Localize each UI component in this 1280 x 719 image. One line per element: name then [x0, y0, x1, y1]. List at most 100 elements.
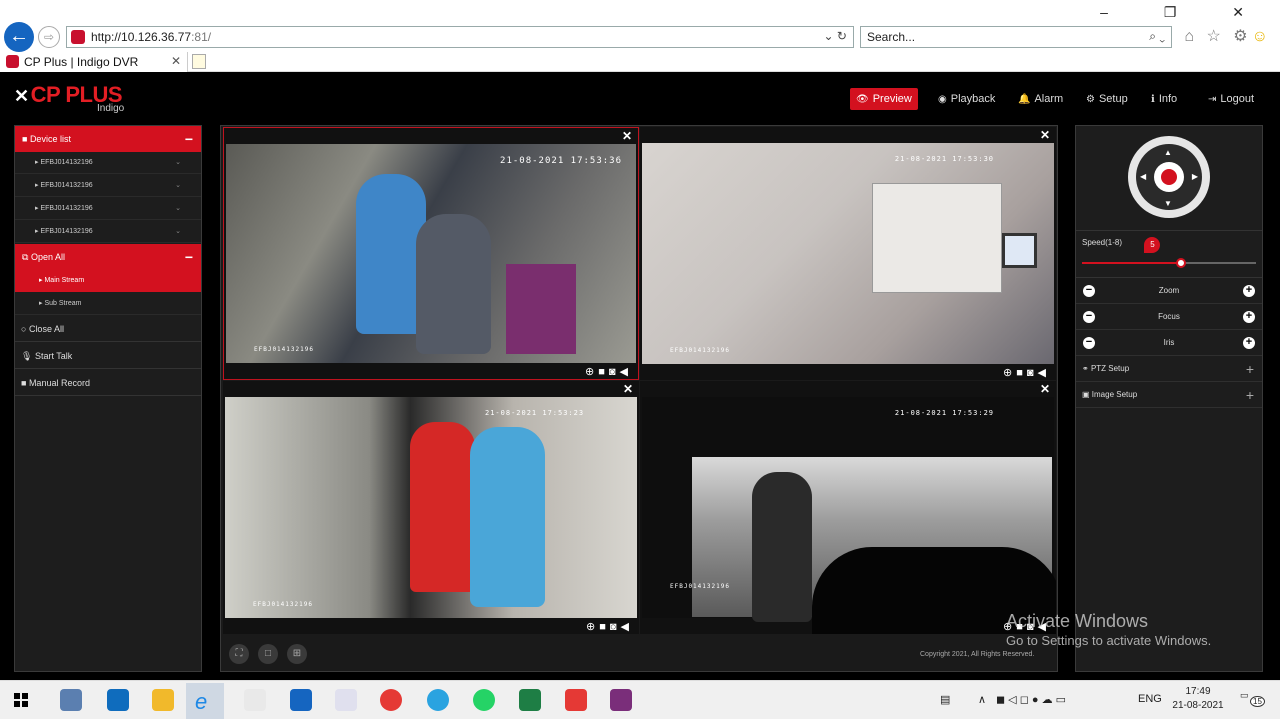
- main-stream-item[interactable]: ▸ Main Stream: [15, 270, 201, 292]
- device-item[interactable]: ▸ EFBJ014132196 ⌄: [15, 221, 201, 243]
- search-icon[interactable]: ⌕ ⌄: [1149, 29, 1165, 44]
- search-input[interactable]: Search... ⌕ ⌄: [860, 26, 1172, 48]
- close-icon[interactable]: ✕: [1040, 128, 1050, 142]
- single-view-icon[interactable]: □: [258, 644, 278, 664]
- speed-slider-thumb[interactable]: [1176, 258, 1187, 268]
- feed-controls[interactable]: ⊕■◙◀: [1003, 366, 1050, 379]
- address-bar[interactable]: http://10.126.36.77:81/ ⌄ ↻: [66, 26, 854, 48]
- nav-setup[interactable]: ⚙ Setup: [1080, 88, 1134, 110]
- notification-center-icon[interactable]: ▭ 15: [1240, 690, 1265, 710]
- device-list-header[interactable]: ■ Device list −: [15, 126, 201, 152]
- close-all-button[interactable]: ○ Close All: [15, 316, 201, 342]
- anydesk-icon[interactable]: [565, 689, 587, 711]
- video-feed[interactable]: ✕ 21-08-2021 17:53:30 EFBJ014132196 ⊕■◙◀: [640, 127, 1056, 380]
- app-icon[interactable]: [335, 689, 357, 711]
- nav-label: Alarm: [1034, 93, 1064, 105]
- outlook-icon[interactable]: [107, 689, 129, 711]
- nav-alarm[interactable]: 🔔 Alarm: [1012, 88, 1069, 110]
- camera-image: 21-08-2021 17:53:30 EFBJ014132196: [642, 143, 1054, 364]
- clock-time: 17:49: [1185, 686, 1211, 697]
- expand-icon[interactable]: +: [1246, 356, 1254, 382]
- tray-chevron-up-icon[interactable]: ∧: [978, 693, 986, 706]
- back-button[interactable]: ←: [4, 22, 34, 52]
- whatsapp-icon[interactable]: [473, 689, 495, 711]
- chevron-down-icon[interactable]: ⌄: [175, 221, 181, 243]
- home-star-gear-icon[interactable]: ⌂ ☆ ⚙: [1184, 28, 1251, 45]
- person-shape: [410, 422, 475, 592]
- iris-label: Iris: [1163, 338, 1175, 347]
- internet-explorer-icon[interactable]: e: [186, 683, 224, 719]
- arrow-right-icon[interactable]: ▶: [1192, 172, 1198, 181]
- nav-info[interactable]: ℹ Info: [1145, 88, 1183, 110]
- smiley-icon[interactable]: ☺: [1252, 28, 1272, 45]
- close-icon[interactable]: ✕: [623, 382, 633, 396]
- video-panel: ✕ 21-08-2021 17:53:36 EFBJ014132196 ⊕■◙◀…: [220, 125, 1058, 672]
- file-explorer-icon[interactable]: [152, 689, 174, 711]
- tab-cp-plus[interactable]: CP Plus | Indigo DVR ✕: [0, 52, 188, 72]
- nav-playback[interactable]: ◉ Playback: [932, 88, 1001, 110]
- app-icon[interactable]: [610, 689, 632, 711]
- site-favicon-icon: [71, 30, 85, 44]
- speed-row: Speed(1-8) 5: [1076, 230, 1262, 278]
- tab-close-icon[interactable]: ✕: [171, 54, 181, 68]
- iris-row: − Iris +: [1076, 330, 1262, 356]
- close-icon[interactable]: ✕: [1040, 382, 1050, 396]
- clock[interactable]: 17:49 21-08-2021: [1168, 685, 1228, 713]
- ptz-setup-row[interactable]: ⚭ PTZ Setup +: [1076, 356, 1262, 382]
- monitor-app-icon[interactable]: [290, 689, 312, 711]
- device-item[interactable]: ▸ EFBJ014132196 ⌄: [15, 198, 201, 220]
- toolbar-icons[interactable]: ⌂ ☆ ⚙☺: [1184, 26, 1272, 46]
- close-icon[interactable]: ✕: [622, 129, 632, 143]
- tray-icons[interactable]: ◼ ◁ ◻ ● ☁ ▭: [996, 693, 1066, 706]
- collapse-icon[interactable]: −: [185, 126, 193, 152]
- cortana-icon[interactable]: [60, 689, 82, 711]
- chevron-down-icon[interactable]: ⌄: [175, 175, 181, 197]
- nav-logout[interactable]: ⇥ Logout: [1202, 88, 1260, 110]
- expand-icon[interactable]: +: [1246, 382, 1254, 408]
- speed-track[interactable]: [1082, 262, 1256, 264]
- video-feed[interactable]: ✕ 21-08-2021 17:53:23 EFBJ014132196 ⊕■◙◀: [223, 381, 639, 634]
- chrome-icon[interactable]: [380, 689, 402, 711]
- language-indicator[interactable]: ENG: [1138, 693, 1162, 705]
- excel-icon[interactable]: [519, 689, 541, 711]
- chevron-down-icon[interactable]: ⌄: [175, 198, 181, 220]
- logo-mark-icon: ✕: [14, 86, 29, 106]
- app-dots-icon[interactable]: [244, 689, 266, 711]
- device-item[interactable]: ▸ EFBJ014132196 ⌄: [15, 175, 201, 197]
- zoom-in-button[interactable]: +: [1243, 285, 1255, 297]
- feed-controls[interactable]: ⊕■◙◀: [586, 620, 633, 633]
- focus-plus-button[interactable]: +: [1243, 311, 1255, 323]
- person-shape: [752, 472, 812, 622]
- collapse-icon[interactable]: −: [185, 244, 193, 270]
- video-feed[interactable]: ✕ 21-08-2021 17:53:36 EFBJ014132196 ⊕■◙◀: [223, 127, 639, 380]
- new-tab-button[interactable]: [192, 54, 206, 69]
- start-talk-button[interactable]: 🎙 Start Talk: [15, 343, 201, 369]
- dvr-app: ✕CP PLUS Indigo 👁 Preview ◉ Playback 🔔 Alar…: [0, 72, 1280, 680]
- iris-plus-button[interactable]: +: [1243, 337, 1255, 349]
- ptz-joystick[interactable]: ▲ ▼ ◀ ▶: [1128, 136, 1210, 218]
- forward-button[interactable]: ⇨: [38, 26, 60, 48]
- nav-preview[interactable]: 👁 Preview: [850, 88, 918, 110]
- sub-stream-item[interactable]: ▸ Sub Stream: [15, 293, 201, 315]
- monitor-shape: [1002, 233, 1037, 268]
- quad-view-icon[interactable]: ⊞: [287, 644, 307, 664]
- feed-timestamp: 21-08-2021 17:53:29: [894, 409, 994, 417]
- manual-record-button[interactable]: ■ Manual Record: [15, 370, 201, 396]
- open-all-header[interactable]: ⧉ Open All −: [15, 244, 201, 270]
- device-item[interactable]: ▸ EFBJ014132196 ⌄: [15, 152, 201, 174]
- arrow-left-icon[interactable]: ◀: [1140, 172, 1146, 181]
- fullscreen-icon[interactable]: ⛶: [229, 644, 249, 664]
- telegram-icon[interactable]: [427, 689, 449, 711]
- arrow-down-icon[interactable]: ▼: [1164, 199, 1172, 208]
- feed-controls[interactable]: ⊕■◙◀: [585, 365, 632, 378]
- arrow-up-icon[interactable]: ▲: [1164, 148, 1172, 157]
- image-setup-row[interactable]: ▣ Image Setup +: [1076, 382, 1262, 408]
- window-controls[interactable]: – ❐ ✕: [1100, 4, 1270, 21]
- tab-title: CP Plus | Indigo DVR: [24, 55, 139, 69]
- chevron-down-icon[interactable]: ⌄: [175, 152, 181, 174]
- video-feed[interactable]: ✕ 21-08-2021 17:53:29 EFBJ014132196 ⊕■◙◀: [640, 381, 1056, 634]
- refresh-icon[interactable]: ⌄ ↻: [824, 29, 847, 43]
- windows-start-icon[interactable]: [14, 693, 28, 707]
- address-url[interactable]: http://10.126.36.77:81/: [91, 30, 211, 44]
- tray-news-icon[interactable]: ▤: [940, 693, 950, 706]
